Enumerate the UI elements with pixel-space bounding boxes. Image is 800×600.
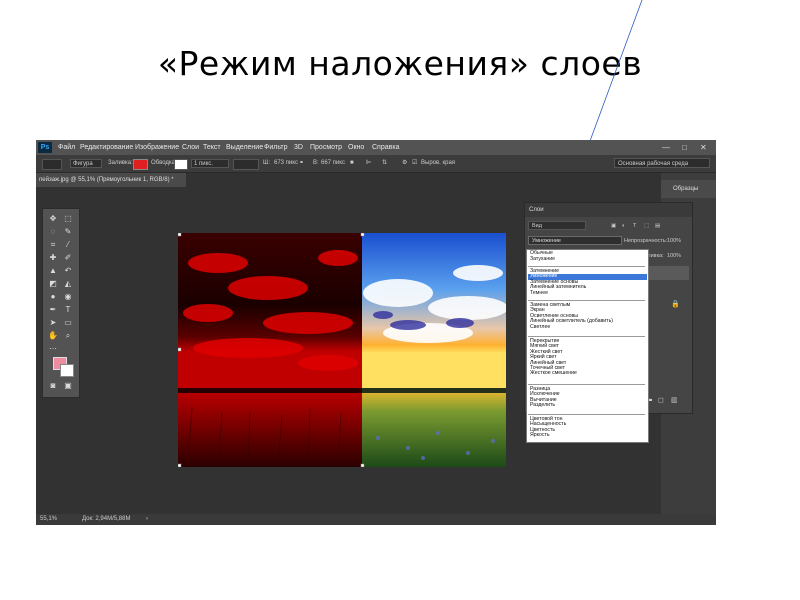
menu-separator: [528, 266, 645, 267]
zoom-tool-icon[interactable]: ⌕: [62, 330, 74, 341]
filter-shape-icon[interactable]: ⬚: [644, 219, 649, 233]
lasso-tool-icon[interactable]: ◌: [47, 226, 59, 237]
menu-separator: [528, 300, 645, 301]
new-layer-icon[interactable]: ◻: [658, 396, 664, 404]
swatches-tab[interactable]: Образцы: [661, 180, 716, 198]
blend-mode-dropdown: Обычные Затухание Затемнение Умножение З…: [526, 249, 649, 443]
background-color-swatch[interactable]: [60, 364, 74, 377]
layer-kind-filter[interactable]: Вид: [528, 221, 586, 230]
stroke-width-select[interactable]: 1 пикс.: [191, 159, 229, 168]
doc-size: Док: 2,94M/5,88M: [82, 516, 131, 522]
hand-tool-icon[interactable]: ✋: [47, 330, 59, 341]
fill-label: Заливка:: [108, 160, 133, 166]
maximize-button[interactable]: □: [682, 140, 687, 155]
blend-option[interactable]: Светлее: [528, 324, 647, 330]
fill-value[interactable]: 100%: [667, 249, 681, 263]
rectangle-tool-icon[interactable]: ▭: [62, 317, 74, 328]
menu-filter[interactable]: Фильтр: [264, 140, 288, 155]
width-label: Ш:: [263, 160, 271, 166]
stamp-tool-icon[interactable]: ▲: [47, 265, 59, 276]
height-value[interactable]: 667 пикс: [321, 155, 345, 172]
move-tool-icon[interactable]: ✥: [47, 213, 59, 224]
blend-option[interactable]: Разделить: [528, 402, 647, 408]
menu-bar: Ps Файл Редактирование Изображение Слои …: [36, 140, 716, 155]
gear-icon[interactable]: ⚙: [402, 155, 407, 172]
menu-help[interactable]: Справка: [372, 140, 399, 155]
crop-tool-icon[interactable]: ⌗: [47, 239, 59, 250]
opacity-value[interactable]: 100%: [667, 234, 681, 248]
zoom-level[interactable]: 55,1%: [40, 514, 57, 525]
filter-type-icon[interactable]: T: [633, 219, 636, 233]
pen-tool-icon[interactable]: ✒: [47, 304, 59, 315]
opacity-label: Непрозрачность:: [624, 238, 668, 244]
trash-icon[interactable]: ▥: [671, 396, 678, 404]
align-edges-checkbox[interactable]: ☑: [412, 155, 417, 172]
document-tab[interactable]: пейзаж.jpg @ 55,1% (Прямоугольник 1, RGB…: [36, 173, 186, 187]
quick-mask-icon[interactable]: ◙: [47, 380, 59, 391]
align-edges-label: Выров. края: [421, 160, 456, 166]
menu-separator: [528, 384, 645, 385]
menu-image[interactable]: Изображение: [135, 140, 179, 155]
marquee-tool-icon[interactable]: ⬚: [62, 213, 74, 224]
blend-option[interactable]: Жесткое смешение: [528, 370, 647, 376]
lock-icon: 🔒: [671, 301, 680, 308]
eraser-tool-icon[interactable]: ◩: [47, 278, 59, 289]
minimize-button[interactable]: —: [662, 140, 670, 155]
path-ops-icon[interactable]: ■: [350, 155, 354, 172]
stroke-type-select[interactable]: [233, 159, 259, 170]
type-tool-icon[interactable]: T: [62, 304, 74, 315]
width-value[interactable]: 673 пикс: [274, 155, 298, 172]
menu-separator: [528, 336, 645, 337]
status-bar: 55,1% Док: 2,94M/5,88M ›: [36, 514, 716, 525]
menu-type[interactable]: Текст: [203, 140, 221, 155]
menu-window[interactable]: Окно: [348, 140, 364, 155]
stroke-label: Обводка:: [151, 160, 177, 166]
menu-file[interactable]: Файл: [58, 140, 75, 155]
ps-logo: Ps: [38, 142, 52, 153]
height-label: В:: [313, 160, 319, 166]
screen-mode-icon[interactable]: ▣: [62, 380, 74, 391]
tool-preset-picker[interactable]: [42, 159, 62, 170]
layers-tab[interactable]: Слои: [525, 203, 692, 217]
menu-layers[interactable]: Слои: [182, 140, 199, 155]
workspace-select[interactable]: Основная рабочая среда: [614, 158, 710, 168]
brush-tool-icon[interactable]: ✐: [62, 252, 74, 263]
history-brush-tool-icon[interactable]: ↶: [62, 265, 74, 276]
tools-panel: ✥ ⬚ ◌ ✎ ⌗ ⁄ ✚ ✐ ▲ ↶ ◩ ◭ ● ◉ ✒ T ➤ ▭ ✋ ⌕ …: [42, 208, 80, 398]
fill-swatch[interactable]: [133, 159, 148, 170]
path-align-icon[interactable]: ⊫: [366, 155, 371, 172]
eyedropper-tool-icon[interactable]: ⁄: [62, 239, 74, 250]
filter-pixel-icon[interactable]: ▣: [611, 219, 616, 233]
blend-option[interactable]: Затухание: [528, 256, 647, 262]
quick-select-tool-icon[interactable]: ✎: [62, 226, 74, 237]
healing-tool-icon[interactable]: ✚: [47, 252, 59, 263]
close-button[interactable]: ✕: [700, 140, 707, 155]
shape-mode-select[interactable]: Фигура: [70, 159, 102, 168]
filter-adjustment-icon[interactable]: ◐: [622, 219, 625, 233]
link-icon[interactable]: ⚭: [299, 155, 304, 172]
path-select-tool-icon[interactable]: ➤: [47, 317, 59, 328]
document-canvas[interactable]: [178, 233, 506, 467]
menu-view[interactable]: Просмотр: [310, 140, 342, 155]
menu-3d[interactable]: 3D: [294, 140, 303, 155]
blend-row: Умножение Непрозрачность: 100%: [525, 234, 692, 248]
menu-edit[interactable]: Редактирование: [80, 140, 133, 155]
gradient-tool-icon[interactable]: ◭: [62, 278, 74, 289]
layers-filter-row: Вид ▣ ◐ T ⬚ ▤: [525, 219, 692, 233]
path-arrange-icon[interactable]: ⇅: [382, 155, 387, 172]
blend-option[interactable]: Темнее: [528, 290, 647, 296]
blend-mode-select[interactable]: Умножение: [528, 236, 622, 245]
menu-select[interactable]: Выделение: [226, 140, 263, 155]
filter-smart-icon[interactable]: ▤: [655, 219, 660, 233]
dodge-tool-icon[interactable]: ◉: [62, 291, 74, 302]
blend-option[interactable]: Яркость: [528, 432, 647, 438]
menu-separator: [528, 414, 645, 415]
more-tools-icon[interactable]: ⋯: [47, 343, 59, 354]
landscape-image: [178, 233, 506, 467]
swatches-tab-label: Образцы: [673, 186, 699, 192]
blur-tool-icon[interactable]: ●: [47, 291, 59, 302]
options-bar: Фигура Заливка: Обводка: 1 пикс. Ш: 673 …: [36, 155, 716, 173]
stroke-swatch[interactable]: [174, 159, 188, 170]
status-arrow-icon[interactable]: ›: [146, 514, 148, 525]
